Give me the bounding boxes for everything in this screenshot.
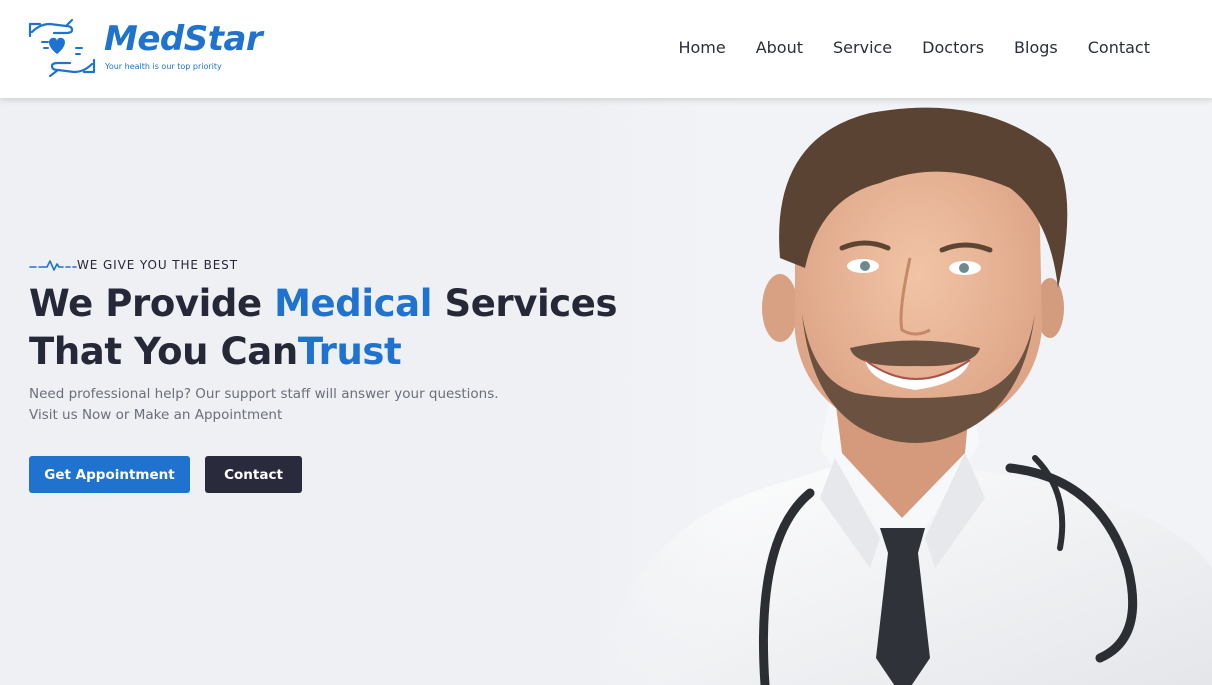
- get-appointment-button[interactable]: Get Appointment: [29, 456, 190, 493]
- hero-title-text: We Provide: [29, 282, 275, 325]
- nav-link-blogs[interactable]: Blogs: [1014, 37, 1058, 59]
- hero-description-line1: Need professional help? Our support staf…: [29, 386, 499, 402]
- hero-title: We Provide Medical Services That You Can…: [29, 280, 618, 376]
- brand-name: MedStar: [104, 19, 263, 59]
- hero-title-accent-trust: Trust: [297, 330, 402, 373]
- hero-eyebrow-text: WE GIVE YOU THE BEST: [77, 258, 238, 272]
- hero-actions: Get Appointment Contact: [29, 456, 302, 493]
- hero-title-text: That You Can: [29, 330, 298, 373]
- nav-link-about[interactable]: About: [756, 37, 803, 59]
- main-nav: Home About Service Doctors Blogs Contact: [648, 37, 1150, 59]
- doctor-photo: [580, 98, 1212, 685]
- hero-title-accent-medical: Medical: [274, 282, 432, 325]
- nav-link-service[interactable]: Service: [833, 37, 892, 59]
- brand-tagline: Your health is our top priority: [105, 62, 222, 71]
- brand-logo[interactable]: MedStar Your health is our top priority: [28, 16, 288, 80]
- site-header: MedStar Your health is our top priority …: [0, 0, 1212, 98]
- heartbeat-line-icon: [29, 260, 77, 271]
- nav-link-contact[interactable]: Contact: [1088, 37, 1150, 59]
- hero-description: Need professional help? Our support staf…: [29, 384, 499, 426]
- hero-description-line2: Visit us Now or Make an Appointment: [29, 407, 283, 423]
- hero-eyebrow: WE GIVE YOU THE BEST: [29, 258, 238, 272]
- hero-title-line1: We Provide Medical Services: [29, 282, 618, 325]
- contact-button[interactable]: Contact: [205, 456, 302, 493]
- nav-link-home[interactable]: Home: [678, 37, 725, 59]
- hero-section: WE GIVE YOU THE BEST We Provide Medical …: [0, 98, 1212, 685]
- hero-title-text: Services: [432, 282, 618, 325]
- nav-link-doctors[interactable]: Doctors: [922, 37, 984, 59]
- hands-heart-logo-icon: [28, 18, 96, 78]
- hero-title-line2: That You CanTrust: [29, 330, 402, 373]
